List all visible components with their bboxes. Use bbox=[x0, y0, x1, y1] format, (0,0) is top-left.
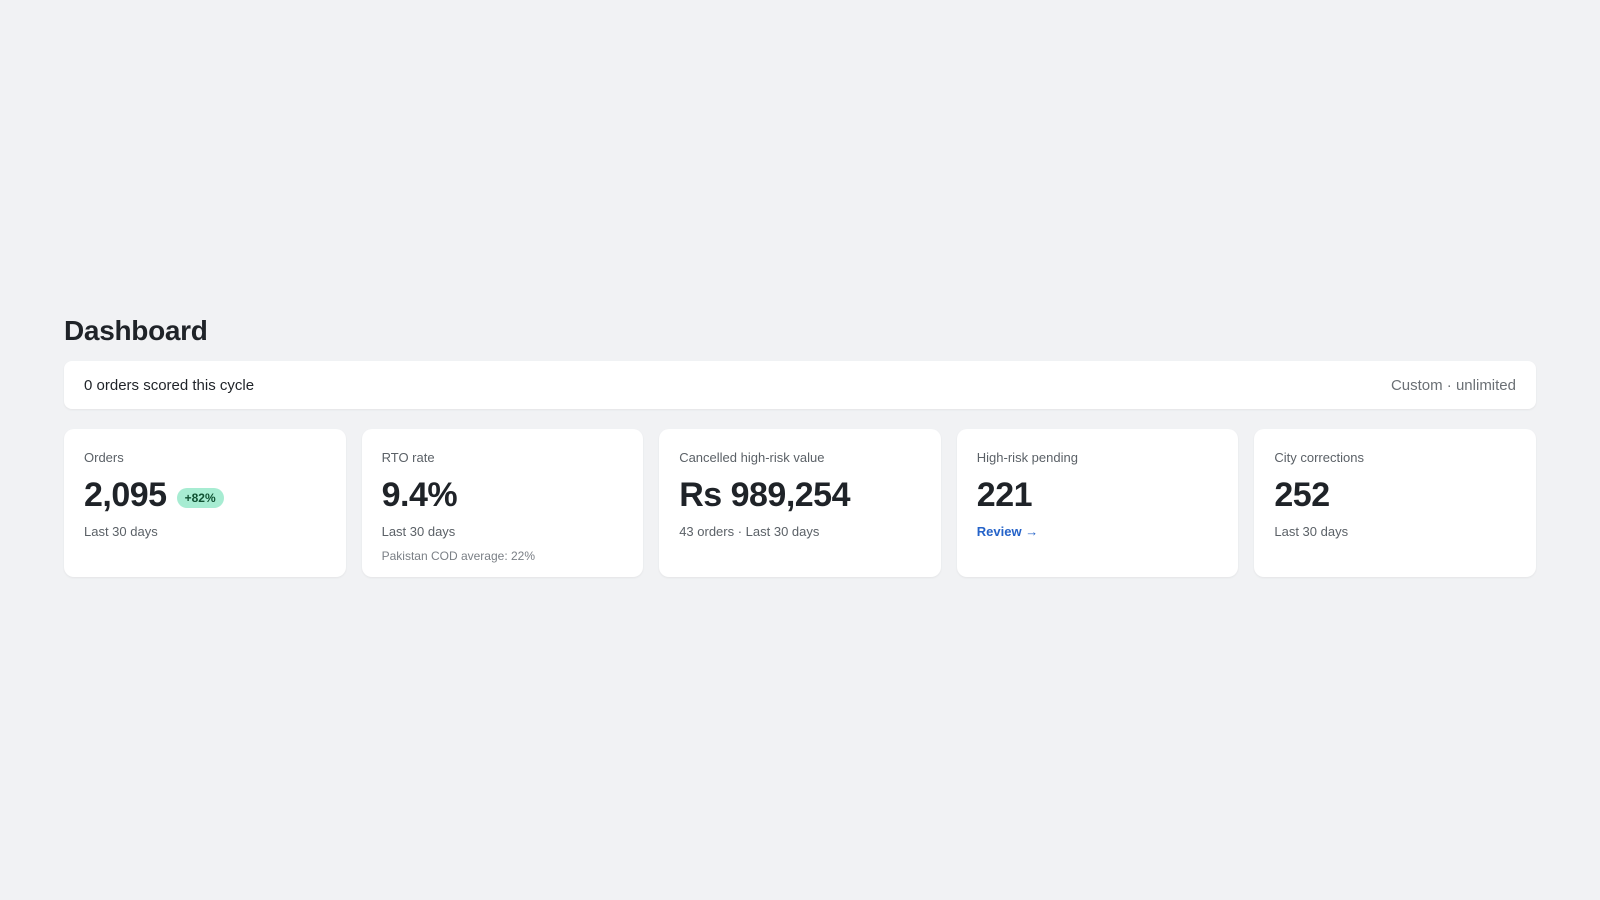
cancelled-value-sub: 43 orders · Last 30 days bbox=[679, 524, 820, 539]
cancelled-value: Rs 989,254 bbox=[679, 476, 850, 514]
rto-rate-period: Last 30 days bbox=[381, 524, 456, 539]
city-corrections-value-row: 252 bbox=[1274, 475, 1516, 515]
city-corrections-value: 252 bbox=[1274, 476, 1330, 514]
rto-rate-label: RTO rate bbox=[381, 450, 435, 465]
rto-rate-value-row: 9.4% bbox=[382, 475, 624, 515]
orders-change-badge: +82% bbox=[176, 488, 224, 508]
high-risk-pending-label: High-risk pending bbox=[976, 450, 1078, 465]
plan-text: Custom · unlimited bbox=[1390, 376, 1516, 394]
orders-scored-text: 0 orders scored this cycle bbox=[84, 376, 255, 394]
metric-cards: Orders 2,095 +82% Last 30 days RTO rate … bbox=[64, 429, 1536, 577]
dashboard-page: Dashboard 0 orders scored this cycle Cus… bbox=[64, 312, 1536, 577]
cancelled-value-label: Cancelled high-risk value bbox=[679, 450, 825, 465]
cancelled-value-card: Cancelled high-risk value Rs 989,254 43 … bbox=[659, 429, 941, 577]
usage-banner: 0 orders scored this cycle Custom · unli… bbox=[64, 361, 1536, 409]
city-corrections-label: City corrections bbox=[1274, 450, 1364, 465]
page-title: Dashboard bbox=[64, 315, 208, 346]
high-risk-pending-card: High-risk pending 221 Review → bbox=[956, 429, 1239, 577]
high-risk-pending-value-row: 221 bbox=[977, 475, 1219, 515]
orders-value: 2,095 bbox=[84, 476, 167, 514]
orders-value-row: 2,095 +82% bbox=[84, 475, 326, 515]
orders-period: Last 30 days bbox=[84, 524, 158, 539]
cancelled-value-row: Rs 989,254 bbox=[679, 475, 921, 515]
rto-rate-value: 9.4% bbox=[381, 476, 458, 514]
orders-label: Orders bbox=[84, 450, 124, 465]
rto-benchmark-note: Pakistan COD average: 22% bbox=[381, 549, 536, 563]
orders-card: Orders 2,095 +82% Last 30 days bbox=[64, 429, 346, 577]
rto-rate-card: RTO rate 9.4% Last 30 days Pakistan COD … bbox=[361, 429, 644, 577]
review-link[interactable]: Review → bbox=[977, 524, 1038, 540]
high-risk-pending-value: 221 bbox=[976, 476, 1033, 514]
city-corrections-card: City corrections 252 Last 30 days bbox=[1254, 429, 1536, 577]
city-corrections-period: Last 30 days bbox=[1274, 524, 1349, 539]
